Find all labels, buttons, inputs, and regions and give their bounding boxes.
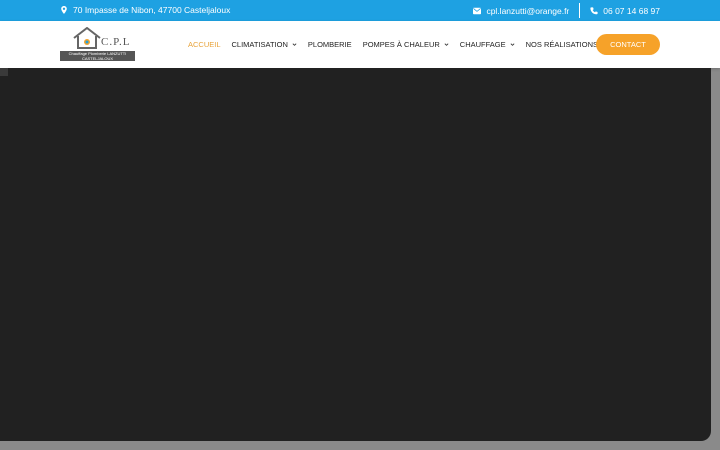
chevron-down-icon [444,43,449,46]
contact-button[interactable]: CONTACT [596,34,660,55]
map-pin-icon [61,6,67,14]
email-link[interactable]: cpl.lanzutti@orange.fr [473,6,569,16]
nav-item-accueil[interactable]: ACCUEIL [188,40,221,49]
site-header: C.P.L Chauffage Plomberie LANZUTTI CASTE… [0,21,720,68]
logo-tagline: Chauffage Plomberie LANZUTTI CASTELJALOU… [60,51,135,61]
hero-video[interactable] [0,68,711,441]
nav-item-climatisation[interactable]: CLIMATISATION [232,40,297,49]
nav-item-label: PLOMBERIE [307,40,352,49]
nav-item-nos-realisations[interactable]: NOS RÉALISATIONS [526,40,598,49]
nav-item-pompes-a-chaleur[interactable]: POMPES À CHALEUR [363,40,449,49]
nav-item-label: CLIMATISATION [231,40,288,49]
logo-brand: C.P.L [101,36,131,48]
chevron-down-icon [510,43,515,46]
video-corner [0,68,8,76]
phone-icon [590,6,598,14]
nav-item-label: CHAUFFAGE [459,40,506,49]
phone-link[interactable]: 06 07 14 68 97 [590,6,660,16]
house-logo-icon [73,27,101,49]
nav-item-label: POMPES À CHALEUR [362,40,440,49]
divider [579,3,581,18]
address-text: 70 Impasse de Nibon, 47700 Casteljaloux [73,5,231,15]
logo[interactable]: C.P.L Chauffage Plomberie LANZUTTI CASTE… [60,27,135,62]
main-nav: ACCUEIL CLIMATISATION PLOMBERIE POMPES À… [188,40,598,49]
address: 70 Impasse de Nibon, 47700 Casteljaloux [60,5,230,15]
nav-item-label: NOS RÉALISATIONS [525,40,599,49]
top-info-bar: 70 Impasse de Nibon, 47700 Casteljaloux … [0,0,720,21]
nav-item-plomberie[interactable]: PLOMBERIE [308,40,352,49]
nav-item-chauffage[interactable]: CHAUFFAGE [460,40,515,49]
email-text: cpl.lanzutti@orange.fr [486,5,570,16]
phone-text: 06 07 14 68 97 [603,5,660,16]
nav-item-label: ACCUEIL [188,40,221,49]
chevron-down-icon [292,43,297,46]
envelope-icon [473,7,482,14]
